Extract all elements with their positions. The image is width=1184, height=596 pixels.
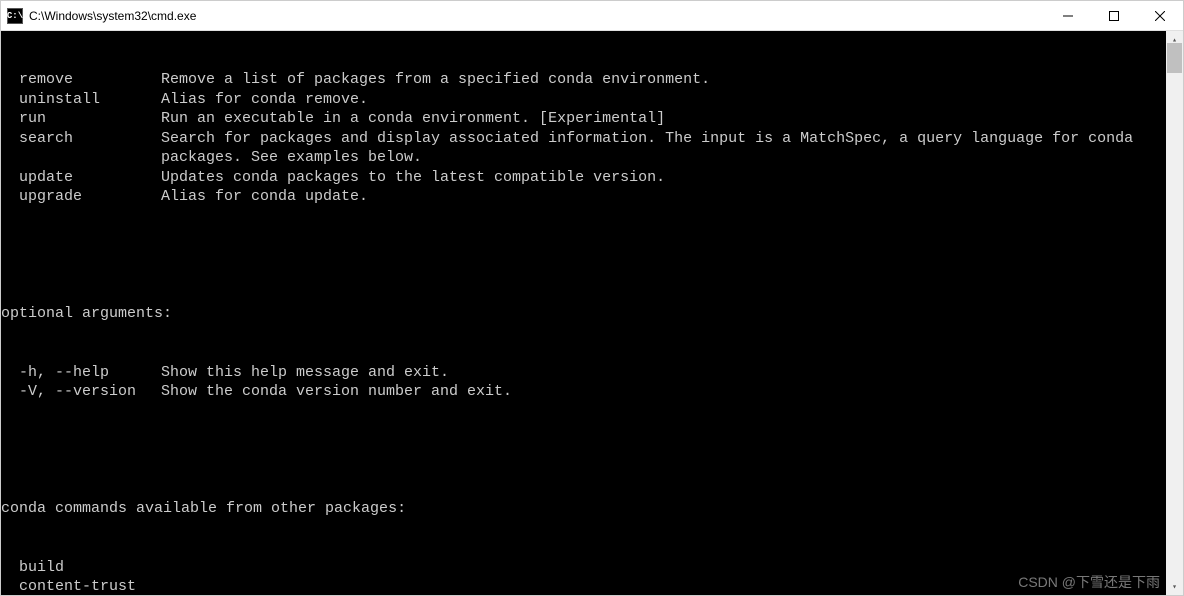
command-description: Search for packages and display associat… [161,129,1166,168]
command-row: runRun an executable in a conda environm… [1,109,1166,129]
argument-description: Show this help message and exit. [161,363,1166,383]
other-command-item: build [1,558,1166,578]
argument-row: -V, --versionShow the conda version numb… [1,382,1166,402]
section-header: optional arguments: [1,304,1166,324]
command-row: upgradeAlias for conda update. [1,187,1166,207]
command-description: Alias for conda remove. [161,90,1166,110]
command-name: upgrade [19,187,161,207]
command-name: update [19,168,161,188]
console-output[interactable]: removeRemove a list of packages from a s… [1,31,1166,595]
other-command-item: content-trust [1,577,1166,595]
close-button[interactable] [1137,1,1183,31]
titlebar: C:\ C:\Windows\system32\cmd.exe [1,1,1183,31]
argument-flags: -V, --version [1,382,161,402]
argument-flags: -h, --help [1,363,161,383]
window-controls [1045,1,1183,31]
argument-row: -h, --helpShow this help message and exi… [1,363,1166,383]
section-header: conda commands available from other pack… [1,499,1166,519]
vertical-scrollbar[interactable]: ▴ ▾ [1166,31,1183,595]
argument-description: Show the conda version number and exit. [161,382,1166,402]
command-row: updateUpdates conda packages to the late… [1,168,1166,188]
console-container: removeRemove a list of packages from a s… [1,31,1183,595]
command-description: Alias for conda update. [161,187,1166,207]
app-icon: C:\ [7,8,23,24]
scroll-thumb[interactable] [1167,43,1182,73]
maximize-button[interactable] [1091,1,1137,31]
command-name: search [19,129,161,168]
command-description: Updates conda packages to the latest com… [161,168,1166,188]
window-title: C:\Windows\system32\cmd.exe [29,9,1045,23]
watermark: CSDN @下雪还是下雨 [1018,572,1160,592]
cmd-window: C:\ C:\Windows\system32\cmd.exe removeRe… [0,0,1184,596]
command-name: run [19,109,161,129]
command-row: uninstallAlias for conda remove. [1,90,1166,110]
command-description: Run an executable in a conda environment… [161,109,1166,129]
command-name: remove [19,70,161,90]
command-row: searchSearch for packages and display as… [1,129,1166,168]
command-description: Remove a list of packages from a specifi… [161,70,1166,90]
command-name: uninstall [19,90,161,110]
minimize-button[interactable] [1045,1,1091,31]
command-row: removeRemove a list of packages from a s… [1,70,1166,90]
scroll-down-arrow[interactable]: ▾ [1166,578,1183,595]
